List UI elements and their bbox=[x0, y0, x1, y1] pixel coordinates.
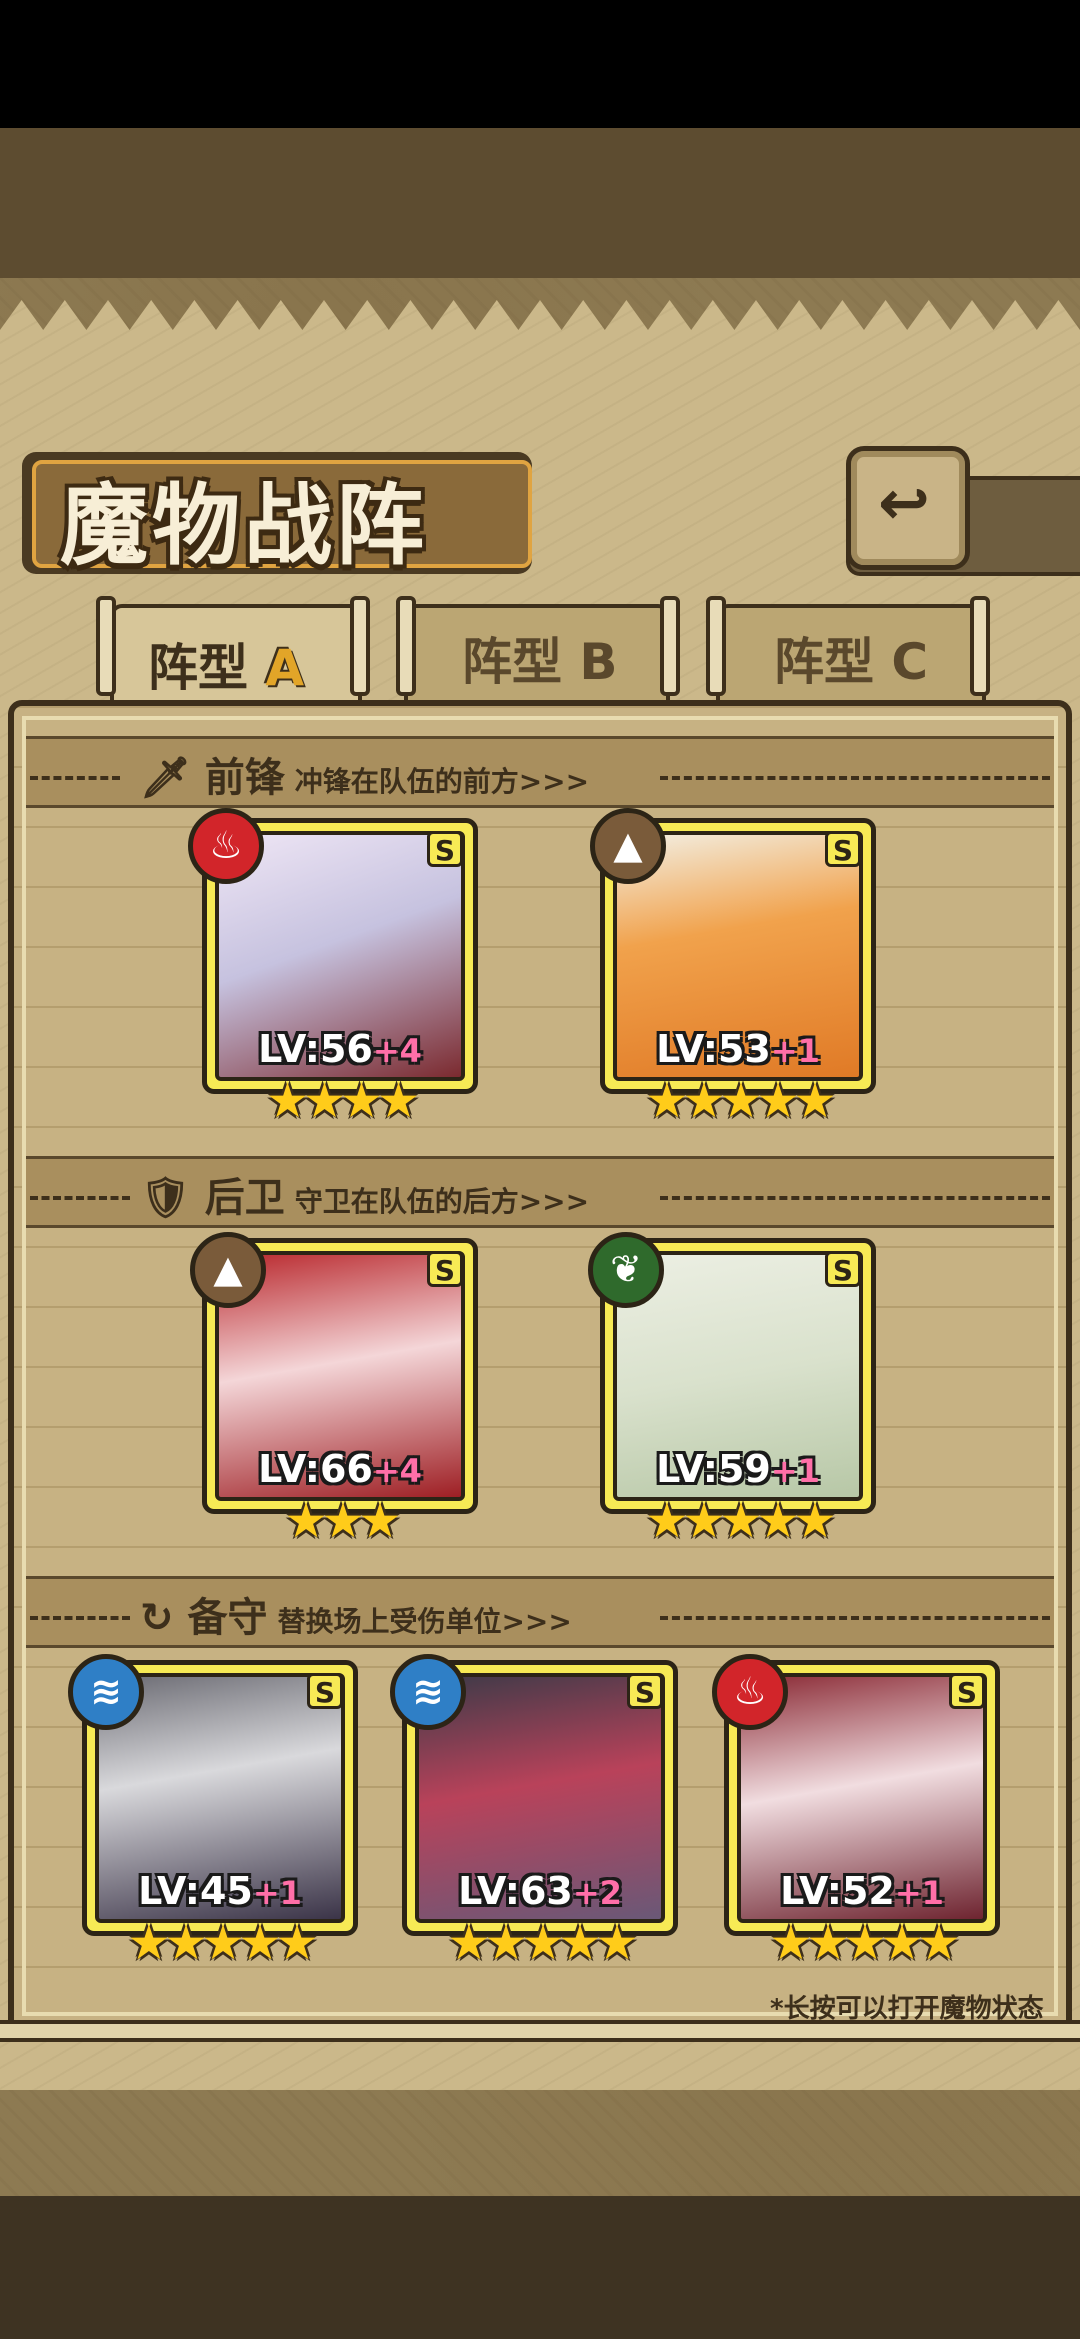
divider bbox=[660, 776, 1050, 780]
section-reserve-title: 备守 bbox=[187, 1595, 268, 1641]
shield-icon: 🛡 bbox=[140, 1175, 191, 1221]
divider bbox=[30, 1616, 130, 1620]
back-arrow-icon: ↩ bbox=[878, 466, 930, 539]
section-front-subtitle: 冲锋在队伍的前方>>> bbox=[294, 765, 590, 798]
rank-badge: S bbox=[825, 1251, 861, 1287]
section-reserve-header: ↻ 备守 替换场上受伤单位>>> bbox=[140, 1585, 572, 1643]
section-reserve-subtitle: 替换场上受伤单位>>> bbox=[277, 1605, 572, 1638]
level-label: LV:53+1 bbox=[656, 1027, 820, 1071]
rank-badge: S bbox=[427, 1251, 463, 1287]
level-label: LV:52+1 bbox=[780, 1869, 944, 1913]
swap-icon: ↻ bbox=[140, 1595, 174, 1641]
fire-element-icon: ♨ bbox=[712, 1654, 788, 1730]
divider bbox=[660, 1616, 1050, 1620]
tab-formation-a-label: 阵型 A bbox=[148, 639, 305, 697]
star-rating: ★★★★★ bbox=[447, 1915, 638, 1971]
level-label: LV:56+4 bbox=[258, 1027, 422, 1071]
tab-post bbox=[706, 596, 726, 696]
star-rating: ★★★★ bbox=[265, 1073, 420, 1129]
divider bbox=[30, 1196, 130, 1200]
page-title: 魔物战阵 bbox=[60, 473, 429, 577]
leaf-element-icon: ❦ bbox=[588, 1232, 664, 1308]
star-rating: ★★★ bbox=[284, 1493, 401, 1549]
rank-badge: S bbox=[825, 831, 861, 867]
level-label: LV:63+2 bbox=[458, 1869, 622, 1913]
tab-post bbox=[970, 596, 990, 696]
tab-post bbox=[350, 596, 370, 696]
tab-post bbox=[396, 596, 416, 696]
water-element-icon: ≋ bbox=[68, 1654, 144, 1730]
sword-icon: 🗡 bbox=[140, 755, 191, 801]
tab-post bbox=[96, 596, 116, 696]
bottom-dark-strip bbox=[0, 2196, 1080, 2339]
section-back-header: 🛡 后卫 守卫在队伍的后方>>> bbox=[140, 1165, 589, 1223]
star-rating: ★★★★★ bbox=[127, 1915, 318, 1971]
tab-formation-c-label: 阵型 C bbox=[774, 633, 929, 691]
tab-post bbox=[660, 596, 680, 696]
section-back-subtitle: 守卫在队伍的后方>>> bbox=[294, 1185, 590, 1218]
level-label: LV:45+1 bbox=[138, 1869, 302, 1913]
section-back-title: 后卫 bbox=[204, 1175, 285, 1221]
rank-badge: S bbox=[949, 1673, 985, 1709]
rank-badge: S bbox=[427, 831, 463, 867]
top-border-strip bbox=[0, 128, 1080, 278]
section-front-title: 前锋 bbox=[204, 755, 285, 801]
star-rating: ★★★★★ bbox=[645, 1073, 836, 1129]
divider bbox=[30, 776, 120, 780]
earth-element-icon: ▲ bbox=[590, 808, 666, 884]
bottom-rail bbox=[0, 2020, 1080, 2042]
level-label: LV:59+1 bbox=[656, 1447, 820, 1491]
tab-formation-b-label: 阵型 B bbox=[462, 633, 618, 691]
water-element-icon: ≋ bbox=[390, 1654, 466, 1730]
divider bbox=[660, 1196, 1050, 1200]
fire-element-icon: ♨ bbox=[188, 808, 264, 884]
star-rating: ★★★★★ bbox=[645, 1493, 836, 1549]
rank-badge: S bbox=[627, 1673, 663, 1709]
rank-badge: S bbox=[307, 1673, 343, 1709]
earth-element-icon: ▲ bbox=[190, 1232, 266, 1308]
section-front-header: 🗡 前锋 冲锋在队伍的前方>>> bbox=[140, 745, 589, 803]
level-label: LV:66+4 bbox=[258, 1447, 422, 1491]
star-rating: ★★★★★ bbox=[769, 1915, 960, 1971]
